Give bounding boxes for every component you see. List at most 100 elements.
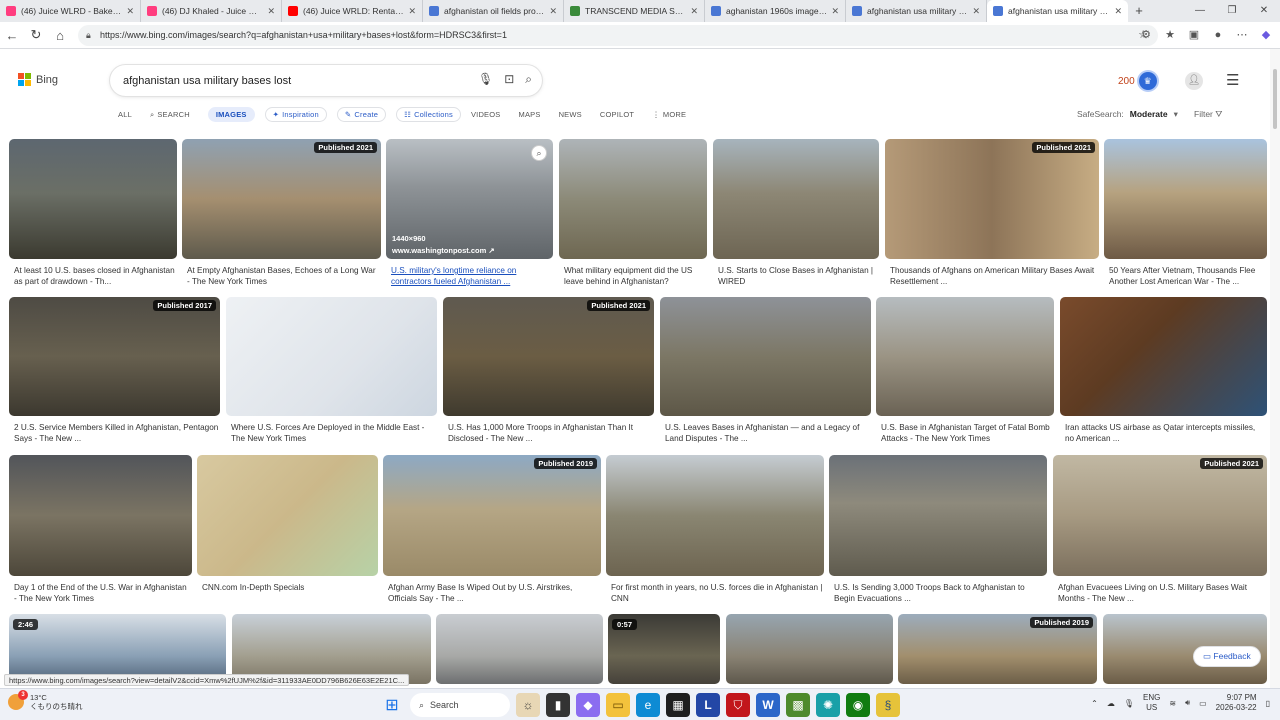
scope-images[interactable]: IMAGES <box>207 107 255 122</box>
result-thumbnail[interactable]: Published 2021 <box>885 139 1099 259</box>
hamburger-menu-icon[interactable]: ☰ <box>1226 71 1239 89</box>
volume-icon[interactable]: 🔊︎ <box>1185 698 1190 708</box>
url-field[interactable]: 🔒︎ https://www.bing.com/images/search?q=… <box>78 25 1158 46</box>
result-caption[interactable]: U.S. Base in Afghanistan Target of Fatal… <box>881 422 1053 444</box>
result-caption[interactable]: CNN.com In-Depth Specials <box>202 582 377 593</box>
result-thumbnail[interactable] <box>713 139 879 259</box>
result-caption[interactable]: Afghan Army Base Is Wiped Out by U.S. Ai… <box>388 582 600 604</box>
copilot-app-icon[interactable]: ◆ <box>576 693 600 717</box>
result-thumbnail[interactable]: 1440×960 ⌕ www.washingtonpost.com ↗ <box>386 139 553 259</box>
tab-close-icon[interactable]: ✕ <box>831 6 839 17</box>
restore-icon[interactable]: ❐ <box>1216 0 1248 22</box>
browser-tab[interactable]: afghanistan usa military bas ✕ <box>987 0 1128 22</box>
result-thumbnail[interactable]: Published 2021 <box>1053 455 1267 576</box>
minecraft-icon[interactable]: ▩ <box>786 693 810 717</box>
ai-app-icon[interactable]: ✺ <box>816 693 840 717</box>
rewards-indicator[interactable]: 200 ♛ <box>1118 72 1157 90</box>
l-app-icon[interactable]: L <box>696 693 720 717</box>
minimize-icon[interactable]: — <box>1184 0 1216 22</box>
browser-tab[interactable]: (46) Juice WLRD - Baked Up ✕ <box>0 0 141 22</box>
scope-more[interactable]: ⋮ MORE <box>652 110 686 119</box>
result-thumbnail[interactable] <box>436 614 603 684</box>
clock[interactable]: 9:07 PM 2026-03-22 <box>1216 693 1257 713</box>
microphone-icon[interactable]: 🎙︎ <box>478 72 493 87</box>
result-thumbnail[interactable] <box>9 455 192 576</box>
taskbar-search[interactable]: ⌕ Search <box>410 693 510 717</box>
result-caption[interactable]: Iran attacks US airbase as Qatar interce… <box>1065 422 1266 444</box>
safesearch-control[interactable]: SafeSearch: Moderate ▾ <box>1077 109 1178 120</box>
result-caption[interactable]: Where U.S. Forces Are Deployed in the Mi… <box>231 422 436 444</box>
scrollbar-thumb[interactable] <box>1273 69 1277 129</box>
result-thumbnail[interactable]: Published 2017 <box>9 297 220 416</box>
browser-tab[interactable]: (46) Juice WRLD: Rental Fre ✕ <box>282 0 423 22</box>
notification-icon[interactable]: ▯ <box>1266 699 1270 708</box>
copilot-icon[interactable]: ◆ <box>1258 27 1274 43</box>
scope-all[interactable]: ALL <box>118 110 132 119</box>
result-thumbnail[interactable]: Published 2021 <box>182 139 381 259</box>
result-thumbnail[interactable]: Published 2021 <box>443 297 654 416</box>
word-icon[interactable]: W <box>756 693 780 717</box>
filter-button[interactable]: Filter ⛛ <box>1194 109 1222 120</box>
visual-search-icon[interactable]: ⌕ <box>531 145 547 161</box>
browser-tab[interactable]: afghanistan oil fields protec ✕ <box>423 0 564 22</box>
bing-logo[interactable]: Bing <box>18 73 58 86</box>
result-thumbnail[interactable] <box>876 297 1054 416</box>
file-explorer-icon[interactable]: ▭ <box>606 693 630 717</box>
result-caption[interactable]: At least 10 U.S. bases closed in Afghani… <box>14 265 176 287</box>
result-thumbnail[interactable] <box>606 455 824 576</box>
search-query[interactable]: afghanistan usa military bases lost <box>123 75 291 87</box>
scope-collections[interactable]: ☷ Collections <box>396 107 461 122</box>
python-icon[interactable]: § <box>876 693 900 717</box>
more-menu-icon[interactable]: ⋯ <box>1234 27 1250 43</box>
cloud-icon[interactable]: ☁ <box>1107 699 1115 708</box>
result-caption[interactable]: U.S. military's longtime reliance on con… <box>391 265 552 287</box>
result-thumbnail[interactable] <box>1104 139 1267 259</box>
result-caption[interactable]: U.S. Has 1,000 More Troops in Afghanista… <box>448 422 653 444</box>
result-caption[interactable]: U.S. Leaves Bases in Afghanistan — and a… <box>665 422 870 444</box>
result-caption[interactable]: For first month in years, no U.S. forces… <box>611 582 823 604</box>
tab-close-icon[interactable]: ✕ <box>1114 6 1122 17</box>
scope-maps[interactable]: MAPS <box>519 110 541 119</box>
tab-close-icon[interactable]: ✕ <box>690 6 698 17</box>
result-thumbnail[interactable] <box>9 139 177 259</box>
result-thumbnail[interactable]: Published 2019 <box>898 614 1097 684</box>
extensions-icon[interactable]: ⚙ <box>1138 27 1154 43</box>
favorites-icon[interactable]: ★ <box>1162 27 1178 43</box>
tab-close-icon[interactable]: ✕ <box>549 6 557 17</box>
profile-icon[interactable]: ● <box>1210 27 1226 43</box>
mic-icon[interactable]: 🎙︎ <box>1124 699 1134 708</box>
user-avatar-icon[interactable]: 👤︎ <box>1185 72 1203 90</box>
collections-icon[interactable]: ▣ <box>1186 27 1202 43</box>
new-tab-icon[interactable]: + <box>1128 0 1150 22</box>
xbox-icon[interactable]: ◉ <box>846 693 870 717</box>
scope-copilot[interactable]: COPILOT <box>600 110 634 119</box>
result-caption[interactable]: Thousands of Afghans on American Militar… <box>890 265 1098 287</box>
task-view-icon[interactable]: ▮ <box>546 693 570 717</box>
vertical-scrollbar[interactable] <box>1270 49 1280 689</box>
chevron-up-icon[interactable]: ⌃ <box>1091 699 1098 708</box>
widgets-icon[interactable]: ☼ <box>516 693 540 717</box>
battery-icon[interactable]: ▭ <box>1199 699 1207 708</box>
language-indicator[interactable]: ENG US <box>1143 693 1160 713</box>
search-icon[interactable]: ⌕ <box>525 72 532 87</box>
result-caption[interactable]: U.S. Is Sending 3,000 Troops Back to Afg… <box>834 582 1046 604</box>
result-thumbnail[interactable] <box>559 139 707 259</box>
edge-browser-icon[interactable]: e <box>636 693 660 717</box>
result-caption[interactable]: 2 U.S. Service Members Killed in Afghani… <box>14 422 219 444</box>
result-caption[interactable]: U.S. Starts to Close Bases in Afghanista… <box>718 265 878 287</box>
feedback-button[interactable]: ▭ Feedback <box>1193 646 1261 667</box>
scope-create[interactable]: ✎ Create <box>336 107 387 122</box>
image-source[interactable]: www.washingtonpost.com ↗ <box>392 246 495 255</box>
reload-icon[interactable]: ↻ <box>24 27 48 43</box>
result-caption[interactable]: What military equipment did the US leave… <box>564 265 706 287</box>
scope-inspiration[interactable]: ✦ Inspiration <box>264 107 327 122</box>
browser-tab[interactable]: aghanistan 1960s images - S ✕ <box>705 0 846 22</box>
scope-search[interactable]: ⌕ SEARCH <box>150 110 190 120</box>
result-thumbnail[interactable] <box>726 614 893 684</box>
visual-search-icon[interactable]: ⊡ <box>504 72 514 87</box>
browser-tab[interactable]: TRANSCEND MEDIA SERVIC✕ <box>564 0 705 22</box>
result-caption[interactable]: Afghan Evacuees Living on U.S. Military … <box>1058 582 1266 604</box>
scope-videos[interactable]: VIDEOS <box>471 110 501 119</box>
tab-close-icon[interactable]: ✕ <box>972 6 980 17</box>
result-thumbnail[interactable] <box>660 297 871 416</box>
